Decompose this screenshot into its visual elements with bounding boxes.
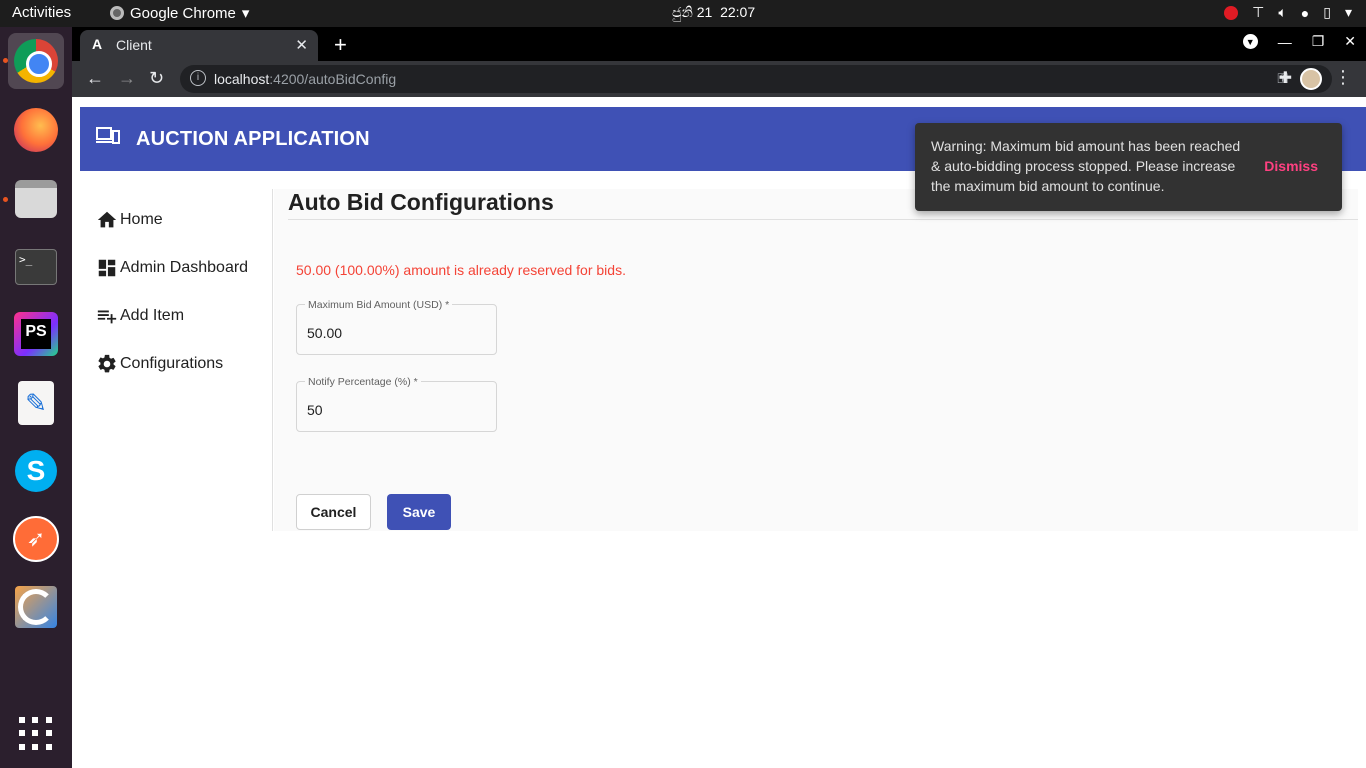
chevron-down-icon: ▾ [241,5,250,22]
max-bid-label: Maximum Bid Amount (USD) * [305,299,453,311]
save-button[interactable]: Save [387,494,451,530]
nav-item-label: Admin Dashboard [120,259,249,276]
clock-date: ජුනි 21 [672,4,713,20]
forward-button[interactable]: → [118,68,136,89]
battery-icon: ▯ [1323,4,1331,20]
gear-icon [98,354,116,373]
nav-item-label: Configurations [120,355,224,372]
browser-toolbar: ← → ↻ i localhost:4200/autoBidConfig ⚿ ☆… [72,61,1366,97]
text-editor-icon: ✎ [18,381,54,425]
dock-terminal[interactable]: >_ [8,239,64,295]
tab-client[interactable]: A Client ✕ [80,30,318,61]
volume-icon: 🔈︎ [1278,4,1287,20]
dismiss-button[interactable]: Dismiss [1264,158,1318,174]
minimize-button[interactable]: — [1278,34,1292,50]
reload-button[interactable]: ↻ [149,68,164,89]
address-bar[interactable]: i localhost:4200/autoBidConfig ⚿ ☆ [180,65,1332,93]
tab-strip: A Client ✕ + ▼ — ❐ ✕ [72,27,1366,61]
url-path: :4200/autoBidConfig [269,71,397,87]
playlist-add-icon [97,310,117,324]
recording-indicator-icon[interactable] [1224,5,1239,20]
app-grid-icon [19,717,53,751]
close-tab-icon[interactable]: ✕ [295,36,308,54]
dock-chrome[interactable] [8,33,64,89]
skype-icon: S [15,450,57,492]
site-info-icon[interactable]: i [190,70,206,86]
new-tab-button[interactable]: + [334,32,347,58]
more-menu-icon[interactable]: ⋮ [1334,67,1352,88]
max-bid-input[interactable] [307,325,487,341]
firefox-icon [14,108,58,152]
dock-postman[interactable]: ➶ [8,511,64,567]
back-button[interactable]: ← [86,68,104,89]
clock-time: 22:07 [720,4,756,20]
notify-percentage-label: Notify Percentage (%) * [305,376,421,388]
nav-item-add-item[interactable]: Add Item [96,305,184,327]
warning-snackbar: Warning: Maximum bid amount has been rea… [915,123,1342,211]
home-icon [97,211,117,228]
nav-item-label: Home [120,211,163,228]
nav-item-home[interactable]: Home [96,209,163,231]
chevron-down-icon: ▾ [1344,4,1352,20]
chrome-small-icon [110,6,124,20]
maximize-button[interactable]: ❐ [1312,33,1325,50]
max-bid-field[interactable]: Maximum Bid Amount (USD) * [296,299,497,355]
clock[interactable]: ජුනි 21 22:07 [672,4,755,21]
activities-button[interactable]: Activities [12,4,71,21]
side-nav: Home Admin Dashboard Add Item Configurat… [80,189,273,531]
profile-avatar[interactable] [1300,68,1322,90]
blender-icon [15,586,57,628]
dock: >_ PS ✎ S ➶ [0,27,72,768]
app-title: AUCTION APPLICATION [136,128,370,150]
cancel-button[interactable]: Cancel [296,494,371,530]
nav-item-admin-dashboard[interactable]: Admin Dashboard [96,257,248,279]
notify-percentage-field[interactable]: Notify Percentage (%) * [296,376,497,432]
tab-title: Client [116,37,152,53]
main-content: Auto Bid Configurations 50.00 (100.00%) … [274,189,1358,531]
dock-text-editor[interactable]: ✎ [8,375,64,431]
system-tray[interactable]: ⊤ 🔈︎ ● ▯ ▾ [1224,4,1352,21]
extensions-puzzle-icon[interactable]: ✚ [1279,68,1292,88]
web-page: AUCTION APPLICATION Home Admin Dashboard… [72,97,1366,768]
chrome-icon [14,39,58,83]
terminal-icon: >_ [15,249,57,285]
dashboard-icon [98,259,116,277]
dock-blender[interactable] [8,579,64,635]
url-text[interactable]: localhost:4200/autoBidConfig [214,71,396,87]
phpstorm-icon: PS [14,312,58,356]
dock-skype[interactable]: S [8,443,64,499]
window-controls: ▼ — ❐ ✕ [1242,33,1356,50]
postman-icon: ➶ [13,516,59,562]
microphone-icon: ● [1300,4,1310,21]
nav-item-label: Add Item [120,307,185,324]
show-applications-button[interactable] [8,706,64,762]
url-host: localhost [214,71,270,87]
network-icon: ⊤ [1252,4,1265,20]
devices-icon [96,127,120,144]
notify-percentage-input[interactable] [307,402,487,418]
close-window-button[interactable]: ✕ [1344,33,1356,50]
snackbar-message: Warning: Maximum bid amount has been rea… [931,138,1241,194]
app-menu-label: Google Chrome [130,4,236,22]
tab-search-icon[interactable]: ▼ [1242,34,1258,49]
title-divider [288,219,1358,220]
reserved-amount-warning: 50.00 (100.00%) amount is already reserv… [296,262,626,278]
nav-item-configurations[interactable]: Configurations [96,353,223,375]
files-icon [15,180,57,218]
angular-favicon-icon: A [92,36,103,52]
app-menu[interactable]: Google Chrome ▾ [110,4,249,22]
dock-phpstorm[interactable]: PS [8,306,64,362]
phpstorm-glyph: PS [21,319,51,349]
dock-firefox[interactable] [8,102,64,158]
dock-files[interactable] [8,171,64,227]
page-title: Auto Bid Configurations [288,189,554,215]
system-top-bar: Activities Google Chrome ▾ ජුනි 21 22:07… [0,0,1366,27]
